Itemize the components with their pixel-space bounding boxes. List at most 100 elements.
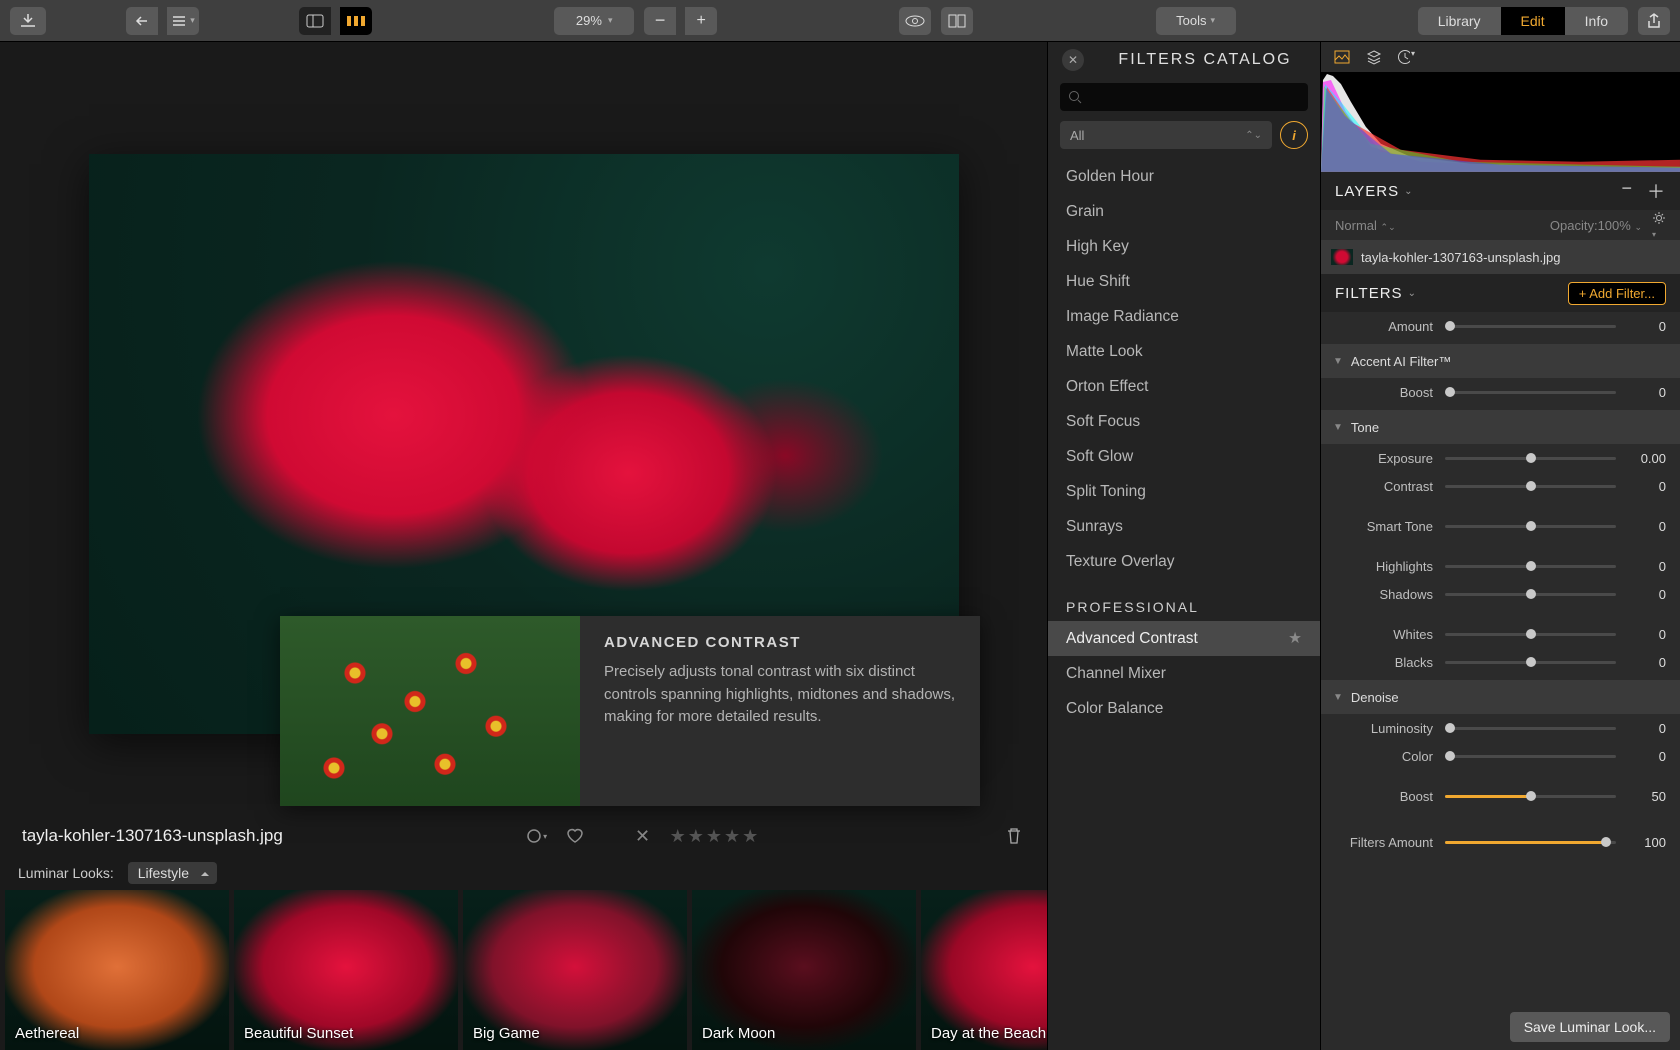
zoom-dropdown[interactable]: 29% ▾ [554, 7, 634, 35]
export-icon [20, 14, 36, 28]
star-icon: ★ [1288, 629, 1302, 648]
slider-smart tone[interactable]: Smart Tone 0 [1321, 512, 1680, 540]
rating-stars[interactable]: ★★★★★ [670, 826, 761, 847]
search-icon [1068, 90, 1082, 104]
tooltip-title: ADVANCED CONTRAST [604, 634, 956, 651]
slider-track[interactable] [1445, 565, 1616, 568]
preview-button[interactable] [899, 7, 931, 35]
filmstrip-toggle-button[interactable] [340, 7, 372, 35]
catalog-search-input[interactable] [1060, 83, 1308, 111]
slider-value: 0 [1626, 627, 1666, 642]
catalog-item[interactable]: Sunrays [1048, 509, 1320, 544]
catalog-item[interactable]: Texture Overlay [1048, 544, 1320, 579]
slider-contrast[interactable]: Contrast 0 [1321, 472, 1680, 500]
slider-track[interactable] [1445, 727, 1616, 730]
catalog-item[interactable]: Hue Shift [1048, 264, 1320, 299]
canvas[interactable]: ADVANCED CONTRAST Precisely adjusts tona… [0, 42, 1047, 816]
slider-track[interactable] [1445, 485, 1616, 488]
catalog-item[interactable]: Golden Hour [1048, 159, 1320, 194]
filters-panel-header[interactable]: FILTERS⌄ + Add Filter... [1321, 274, 1680, 312]
compare-button[interactable] [941, 7, 973, 35]
catalog-item[interactable]: Soft Focus [1048, 404, 1320, 439]
look-preset[interactable]: Big Game [463, 890, 687, 1050]
slider-color[interactable]: Color 0 [1321, 742, 1680, 770]
share-button[interactable] [1638, 7, 1670, 35]
gear-icon [1652, 211, 1666, 225]
opacity-dropdown[interactable]: 100% ⌄ [1598, 218, 1642, 233]
catalog-item[interactable]: High Key [1048, 229, 1320, 264]
add-filter-button[interactable]: + Add Filter... [1568, 282, 1666, 305]
blend-mode-dropdown[interactable]: Normal ⌃⌄ [1335, 218, 1396, 233]
layer-item[interactable]: tayla-kohler-1307163-unsplash.jpg [1321, 240, 1680, 274]
delete-button[interactable] [1003, 825, 1025, 847]
slider-highlights[interactable]: Highlights 0 [1321, 552, 1680, 580]
slider-track[interactable] [1445, 325, 1616, 328]
reject-button[interactable]: ✕ [632, 825, 654, 847]
layers-icon [1366, 49, 1382, 65]
slider-track[interactable] [1445, 841, 1616, 844]
layers-panel-header[interactable]: LAYERS⌄ −＋ [1321, 172, 1680, 210]
catalog-info-button[interactable]: i [1280, 121, 1308, 149]
slider-whites[interactable]: Whites 0 [1321, 620, 1680, 648]
catalog-item[interactable]: Image Radiance [1048, 299, 1320, 334]
look-preset[interactable]: Dark Moon [692, 890, 916, 1050]
catalog-item[interactable]: Soft Glow [1048, 439, 1320, 474]
catalog-item[interactable]: Matte Look [1048, 334, 1320, 369]
slider-label: Filters Amount [1335, 835, 1445, 850]
layer-settings-button[interactable]: ▾ [1652, 211, 1666, 240]
filter-section-header[interactable]: ▼Accent AI Filter™ [1321, 344, 1680, 378]
tab-library[interactable]: Library [1418, 7, 1501, 35]
catalog-item[interactable]: Advanced Contrast★ [1048, 621, 1320, 656]
catalog-category-dropdown[interactable]: All⌃⌄ [1060, 121, 1272, 149]
favorite-button[interactable] [564, 825, 586, 847]
slider-exposure[interactable]: Exposure 0.00 [1321, 444, 1680, 472]
panel-toggle-button[interactable] [299, 7, 331, 35]
slider-track[interactable] [1445, 457, 1616, 460]
catalog-item[interactable]: Orton Effect [1048, 369, 1320, 404]
export-button[interactable] [10, 7, 46, 35]
history-tab-button[interactable]: ▾ [1397, 49, 1415, 65]
chevron-updown-icon: ⌃⌄ [1381, 222, 1396, 232]
slider-blacks[interactable]: Blacks 0 [1321, 648, 1680, 676]
add-layer-button[interactable]: ＋ [1647, 178, 1666, 204]
chevron-updown-icon: ⌃⌄ [1245, 130, 1262, 141]
slider-track[interactable] [1445, 795, 1616, 798]
slider-track[interactable] [1445, 593, 1616, 596]
tab-edit[interactable]: Edit [1501, 7, 1565, 35]
slider-track[interactable] [1445, 661, 1616, 664]
slider-amount[interactable]: Amount 0 [1321, 312, 1680, 340]
filter-section-header[interactable]: ▼Denoise [1321, 680, 1680, 714]
catalog-item[interactable]: Channel Mixer [1048, 656, 1320, 691]
slider-boost[interactable]: Boost 0 [1321, 378, 1680, 406]
color-tag-button[interactable]: ▾ [526, 825, 548, 847]
tab-info[interactable]: Info [1565, 7, 1628, 35]
catalog-item[interactable]: Color Balance [1048, 691, 1320, 726]
zoom-out-button[interactable]: − [644, 7, 676, 35]
histogram-tab-button[interactable] [1333, 50, 1351, 64]
look-preset[interactable]: Day at the Beach [921, 890, 1047, 1050]
slider-label: Highlights [1335, 559, 1445, 574]
look-preset[interactable]: Beautiful Sunset [234, 890, 458, 1050]
look-preset[interactable]: Aethereal [5, 890, 229, 1050]
sidebar-icon [306, 14, 324, 28]
slider-shadows[interactable]: Shadows 0 [1321, 580, 1680, 608]
undo-button[interactable] [126, 7, 158, 35]
catalog-item[interactable]: Split Toning [1048, 474, 1320, 509]
tools-dropdown[interactable]: Tools ▾ [1156, 7, 1236, 35]
slider-filters amount[interactable]: Filters Amount 100 [1321, 828, 1680, 856]
zoom-in-button[interactable]: + [685, 7, 717, 35]
close-catalog-button[interactable]: ✕ [1062, 49, 1084, 71]
catalog-item[interactable]: Grain [1048, 194, 1320, 229]
history-button[interactable]: ▾ [167, 7, 199, 35]
slider-luminosity[interactable]: Luminosity 0 [1321, 714, 1680, 742]
slider-boost[interactable]: Boost 50 [1321, 782, 1680, 810]
slider-track[interactable] [1445, 391, 1616, 394]
save-look-button[interactable]: Save Luminar Look... [1510, 1012, 1670, 1042]
looks-category-dropdown[interactable]: Lifestyle [128, 862, 217, 884]
layers-tab-button[interactable] [1365, 49, 1383, 65]
slider-track[interactable] [1445, 633, 1616, 636]
filter-section-header[interactable]: ▼Tone [1321, 410, 1680, 444]
slider-track[interactable] [1445, 755, 1616, 758]
collapse-layer-button[interactable]: − [1621, 178, 1633, 204]
slider-track[interactable] [1445, 525, 1616, 528]
